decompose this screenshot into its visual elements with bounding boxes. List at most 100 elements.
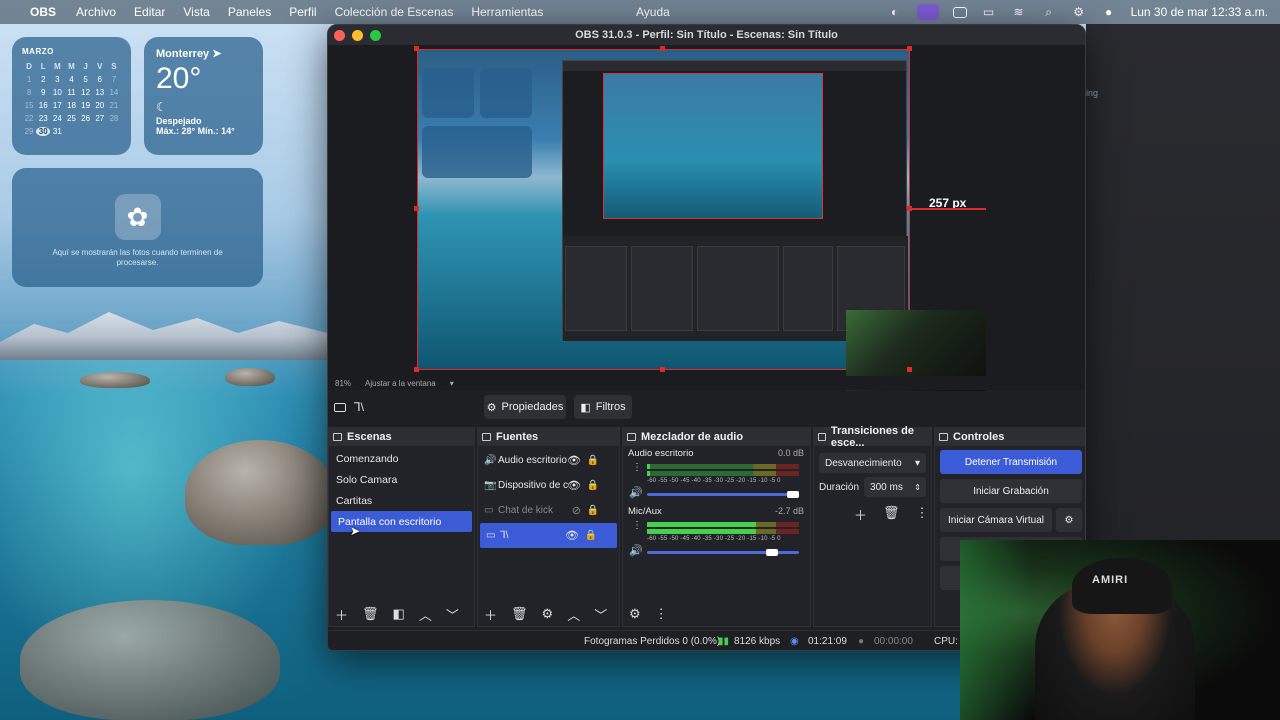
menu-perfil[interactable]: Perfil — [289, 5, 316, 19]
menu-coleccion-escenas[interactable]: Colección de Escenas — [335, 5, 454, 19]
volume-slider[interactable] — [647, 491, 799, 498]
obs-titlebar[interactable]: OBS 31.0.3 - Perfil: Sin Título - Escena… — [328, 25, 1085, 45]
visibility-eye-icon[interactable]: 👁 — [565, 529, 579, 542]
calendar-weekday: J — [83, 62, 88, 71]
weather-widget[interactable]: Monterrey ➤ 20° ☾ Despejado Máx.: 28° Mí… — [144, 37, 263, 155]
resize-handle[interactable] — [660, 367, 665, 372]
visibility-eye-icon[interactable]: 👁 — [567, 479, 581, 492]
resize-handle[interactable] — [907, 46, 912, 51]
channel-menu-icon[interactable]: ⋮ — [632, 520, 642, 531]
calendar-day: 23 — [38, 114, 48, 123]
photos-message: Aquí se mostrarán las fotos cuando termi… — [52, 248, 223, 267]
resize-handle[interactable] — [414, 46, 419, 51]
location-arrow-icon: ➤ — [212, 48, 222, 60]
preview-area[interactable]: 81% Ajustar a la ventana ▾ — [328, 45, 1085, 391]
siri-icon[interactable]: ● — [1101, 5, 1117, 19]
screen-record-icon[interactable] — [916, 4, 939, 20]
channel-db: -2.7 dB — [774, 506, 804, 516]
add-transition-button[interactable]: ＋ — [854, 505, 867, 524]
duration-input[interactable]: 300 ms ⇕ — [864, 477, 926, 497]
lock-icon[interactable]: 🔒 — [585, 530, 597, 541]
properties-button[interactable]: ⚙ Propiedades — [484, 395, 566, 419]
wifi-icon[interactable]: ≋ — [1011, 5, 1027, 19]
transition-select[interactable]: Desvanecimiento ▾ — [819, 453, 926, 473]
volume-slider[interactable] — [647, 549, 799, 556]
move-source-down-button[interactable]: ﹀ — [594, 605, 607, 624]
menu-app-name[interactable]: OBS — [30, 5, 56, 19]
resize-handle[interactable] — [907, 206, 912, 211]
menu-vista[interactable]: Vista — [183, 5, 209, 19]
visibility-hidden-icon[interactable]: ⊘ — [572, 504, 581, 517]
preview-canvas[interactable] — [417, 49, 910, 370]
lock-icon[interactable]: 🔒 — [587, 455, 599, 466]
zoom-chevron-down-icon[interactable]: ▾ — [450, 379, 454, 388]
source-properties-button[interactable]: ⚙ — [542, 606, 554, 622]
green-light — [960, 540, 1030, 720]
source-item[interactable]: 🔊 Audio escritorio 👁 🔒 — [478, 448, 619, 473]
move-source-up-button[interactable]: ︿ — [567, 605, 580, 624]
filters-button[interactable]: ◧ Filtros — [574, 395, 632, 419]
scene-filters-button[interactable]: ◧ — [393, 606, 405, 622]
advanced-audio-gear-icon[interactable]: ⚙ — [629, 606, 641, 622]
wallpaper-rock — [80, 372, 150, 388]
virtual-camera-button[interactable]: Iniciar Cámara Virtual — [940, 508, 1052, 532]
scene-item[interactable]: Cartitas — [329, 490, 474, 511]
search-icon[interactable]: ⌕ — [1041, 5, 1057, 19]
move-scene-up-button[interactable]: ︿ — [419, 605, 432, 624]
resize-handle[interactable] — [907, 367, 912, 372]
resize-handle[interactable] — [414, 206, 419, 211]
scene-item[interactable]: Comenzando — [329, 448, 474, 469]
add-scene-button[interactable]: ＋ — [335, 605, 348, 624]
source-item[interactable]: 📷 Dispositivo de c 👁 🔒 — [478, 473, 619, 498]
camera-icon: 📷 — [484, 480, 497, 491]
menu-herramientas[interactable]: Herramientas — [471, 5, 543, 19]
speaker-icon[interactable]: 🔊 — [629, 486, 643, 499]
calendar-day: 15 — [24, 101, 34, 110]
remove-source-button[interactable]: 🗑 — [511, 606, 528, 622]
stepper-icon[interactable]: ⇕ — [914, 483, 921, 492]
menu-clock[interactable]: Lun 30 de mar 12:33 a.m. — [1131, 5, 1268, 19]
control-center-icon[interactable]: ⚙ — [1071, 5, 1087, 19]
visibility-eye-icon[interactable]: 👁 — [567, 454, 581, 467]
source-item-hidden[interactable]: ▭ Chat de kick ⊘ 🔒 — [478, 498, 619, 523]
menu-paneles[interactable]: Paneles — [228, 5, 271, 19]
duration-row: Duración 300 ms ⇕ — [819, 477, 926, 497]
photos-widget[interactable]: ✿ Aquí se mostrarán las fotos cuando ter… — [12, 168, 263, 287]
resize-handle[interactable] — [414, 367, 419, 372]
add-source-button[interactable]: ＋ — [484, 605, 497, 624]
menu-ayuda[interactable]: Ayuda — [636, 5, 670, 19]
stop-stream-button[interactable]: Detener Transmisión — [940, 450, 1082, 474]
filters-label: Filtros — [595, 401, 626, 413]
mini-calendar-widget — [422, 68, 474, 118]
channel-menu-icon[interactable]: ⋮ — [632, 462, 642, 473]
mixer-menu-icon[interactable]: ⋮ — [655, 606, 668, 622]
sources-dock: Fuentes 🔊 Audio escritorio 👁 🔒 📷 Disposi… — [477, 427, 620, 627]
start-recording-button[interactable]: Iniciar Grabación — [940, 479, 1082, 503]
calendar-day: 24 — [52, 114, 62, 123]
battery-icon[interactable]: ▭ — [981, 5, 997, 19]
move-scene-down-button[interactable]: ﹀ — [446, 605, 459, 624]
calendar-widget[interactable]: MARZO D L M M J V S 1 2 3 4 5 6 7 8 9 10… — [12, 37, 131, 155]
remove-transition-button[interactable]: 🗑 — [883, 505, 900, 524]
calendar-day: 31 — [52, 127, 62, 136]
calendar-weekday: D — [26, 62, 32, 71]
menu-archivo[interactable]: Archivo — [76, 5, 116, 19]
remove-scene-button[interactable]: 🗑 — [362, 606, 379, 622]
scenes-title: Escenas — [347, 431, 392, 443]
transition-menu-icon[interactable]: ⋮ — [916, 505, 929, 524]
nested-panel — [697, 246, 779, 331]
resize-handle[interactable] — [660, 46, 665, 51]
window-icon[interactable] — [952, 6, 967, 18]
stream-time: 01:21:09 — [808, 636, 847, 647]
zoom-mode-select[interactable]: Ajustar a la ventana — [365, 379, 436, 388]
scene-item[interactable]: Solo Camara — [329, 469, 474, 490]
volume-slider-knob[interactable] — [787, 491, 799, 498]
source-item-selected[interactable]: ▭ Ꞁ\ 👁 🔒 — [480, 523, 617, 548]
lock-icon[interactable]: 🔒 — [587, 480, 599, 491]
menu-editar[interactable]: Editar — [134, 5, 165, 19]
volume-slider-knob[interactable] — [765, 549, 778, 556]
lock-icon[interactable]: 🔒 — [587, 505, 599, 516]
virtual-camera-gear-icon[interactable]: ⚙ — [1056, 508, 1082, 532]
accessibility-icon[interactable]: ◐ — [887, 5, 903, 19]
speaker-icon[interactable]: 🔊 — [629, 544, 643, 557]
